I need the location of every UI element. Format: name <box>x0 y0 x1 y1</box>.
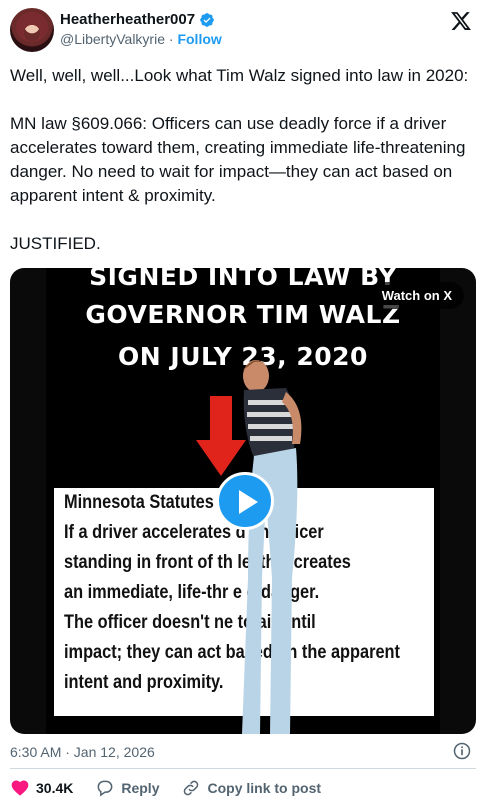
play-icon <box>239 490 258 514</box>
divider <box>10 768 476 769</box>
tweet-header: Heatherheather007 @LibertyValkyrie · Fol… <box>0 0 486 60</box>
copy-link-label: Copy link to post <box>207 780 322 796</box>
user-block: Heatherheather007 @LibertyValkyrie · Fol… <box>60 11 222 47</box>
watch-on-x-button[interactable]: Watch on X <box>369 282 464 309</box>
play-button[interactable] <box>216 472 274 530</box>
tweet-line-1: Well, well, well...Look what Tim Walz si… <box>10 66 469 85</box>
reply-label: Reply <box>121 780 160 796</box>
tweet-card: Heatherheather007 @LibertyValkyrie · Fol… <box>0 0 486 800</box>
handle[interactable]: @LibertyValkyrie <box>60 31 165 47</box>
copy-link-button[interactable]: Copy link to post <box>181 778 321 798</box>
tweet-line-2: MN law §609.066: Officers can use deadly… <box>10 114 466 205</box>
statute-line-1: Minnesota Statutes 36 <box>64 492 237 513</box>
reply-button[interactable]: Reply <box>95 778 159 798</box>
x-logo-icon[interactable] <box>450 10 472 32</box>
statute-line-7: intent and proximity. <box>64 672 224 693</box>
follow-button[interactable]: Follow <box>177 31 221 47</box>
info-icon[interactable] <box>452 741 472 761</box>
person-figure-graphic <box>242 360 302 734</box>
tweet-text: Well, well, well...Look what Tim Walz si… <box>10 64 474 256</box>
verified-badge-icon <box>200 12 214 27</box>
like-button[interactable]: 30.4K <box>10 778 73 798</box>
tweet-line-3: JUSTIFIED. <box>10 234 101 253</box>
video-media[interactable]: SIGNED INTO LAW BY GOVERNOR TIM WALZ ON … <box>10 268 476 734</box>
link-icon <box>184 780 199 796</box>
reply-icon <box>97 780 113 797</box>
heart-icon <box>11 780 29 796</box>
avatar[interactable] <box>10 8 54 52</box>
separator: · <box>168 31 174 47</box>
action-bar: 30.4K Reply Copy link to post <box>10 778 343 798</box>
display-name[interactable]: Heatherheather007 <box>60 11 195 28</box>
like-count: 30.4K <box>36 780 74 796</box>
timestamp[interactable]: 6:30 AM · Jan 12, 2026 <box>10 744 155 760</box>
